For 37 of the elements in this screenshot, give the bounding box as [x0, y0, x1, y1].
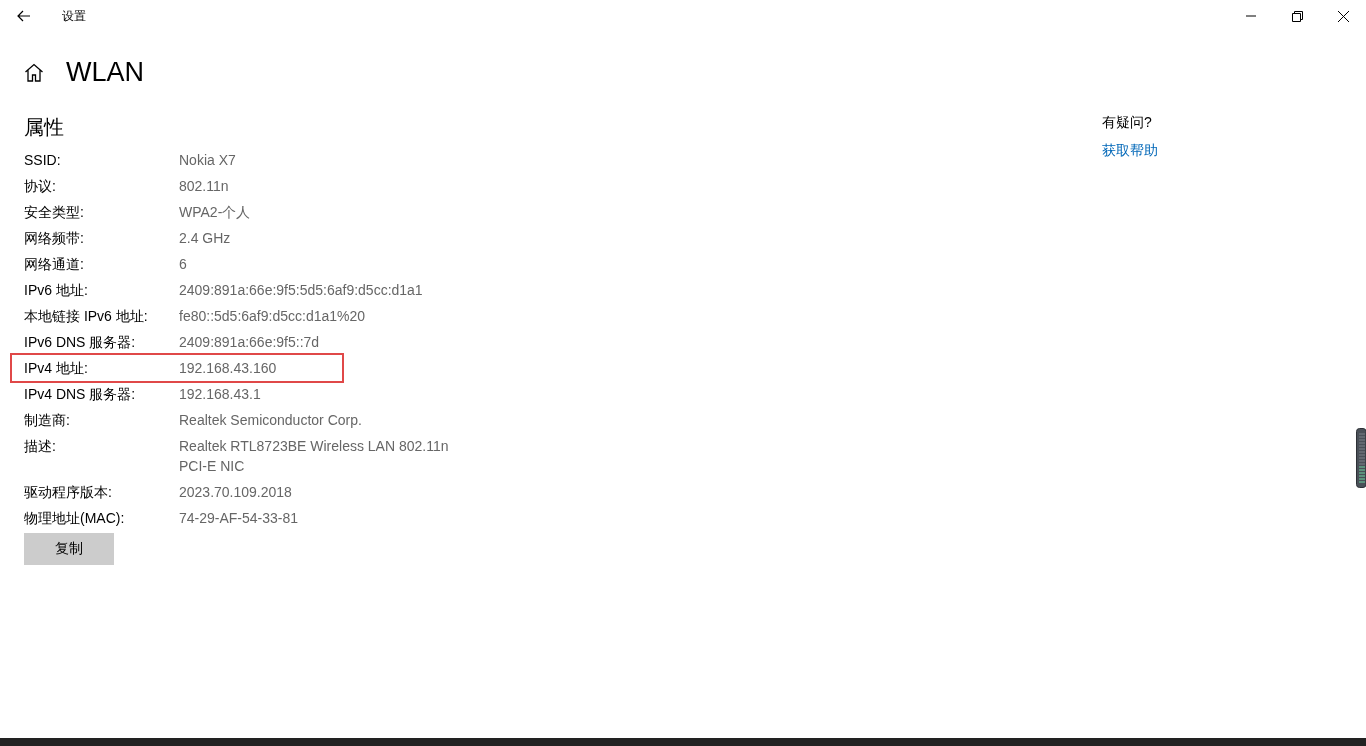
level-meter-icon — [1356, 428, 1366, 488]
property-value: 2.4 GHz — [179, 229, 232, 248]
property-value: 802.11n — [179, 177, 230, 196]
property-label: 本地链接 IPv6 地址: — [24, 307, 149, 326]
property-value: 2023.70.109.2018 — [179, 483, 293, 502]
property-value: Realtek RTL8723BE Wireless LAN 802.11n — [179, 437, 450, 456]
copy-button[interactable]: 复制 — [24, 533, 114, 565]
property-value: fe80::5d5:6af9:d5cc:d1a1%20 — [179, 307, 367, 326]
property-value: Nokia X7 — [179, 151, 237, 170]
property-value: WPA2-个人 — [179, 203, 252, 222]
property-label: 网络频带: — [24, 229, 85, 248]
help-link[interactable]: 获取帮助 — [1102, 142, 1158, 160]
property-value: 6 — [179, 255, 188, 274]
property-label: IPv6 地址: — [24, 281, 89, 300]
window-title: 设置 — [62, 7, 87, 25]
property-value: 192.168.43.1 — [179, 385, 262, 404]
property-label: IPv4 DNS 服务器: — [24, 385, 137, 404]
property-label: SSID: — [24, 151, 62, 170]
property-label: 描述: — [24, 437, 57, 456]
property-value: PCI-E NIC — [179, 457, 246, 476]
page-title: WLAN — [66, 56, 144, 88]
section-heading: 属性 — [24, 115, 65, 140]
property-label: 制造商: — [24, 411, 71, 430]
property-value: 2409:891a:66e:9f5:5d5:6af9:d5cc:d1a1 — [179, 281, 424, 300]
property-label: 网络通道: — [24, 255, 85, 274]
property-label: 协议: — [24, 177, 57, 196]
property-label: IPv4 地址: — [24, 359, 89, 378]
property-label: IPv6 DNS 服务器: — [24, 333, 137, 352]
property-label: 驱动程序版本: — [24, 483, 113, 502]
home-icon[interactable] — [24, 62, 44, 82]
property-value: 192.168.43.160 — [179, 359, 278, 378]
property-label: 物理地址(MAC): — [24, 509, 126, 528]
help-heading: 有疑问? — [1102, 114, 1153, 132]
property-value: 74-29-AF-54-33-81 — [179, 509, 300, 528]
property-label: 安全类型: — [24, 203, 85, 222]
property-value: 2409:891a:66e:9f5::7d — [179, 333, 321, 352]
property-value: Realtek Semiconductor Corp. — [179, 411, 363, 430]
